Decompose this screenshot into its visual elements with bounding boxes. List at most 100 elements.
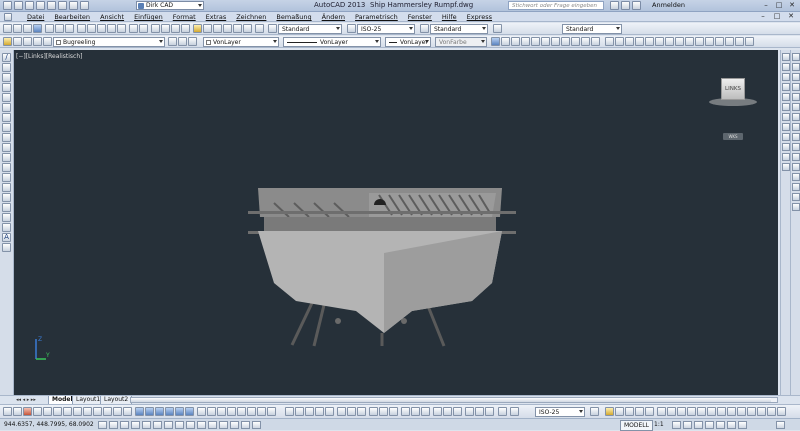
new-file-icon[interactable] — [14, 1, 23, 10]
ordinate-dim-icon[interactable] — [315, 407, 324, 416]
layer-properties-icon[interactable] — [3, 37, 12, 46]
baseline-dim-icon[interactable] — [379, 407, 388, 416]
linetype-select[interactable]: VonLayer — [283, 37, 381, 47]
annotation-monitor-icon[interactable] — [252, 421, 261, 429]
revolve-icon[interactable] — [207, 407, 216, 416]
polar-icon[interactable] — [142, 421, 151, 429]
torus-icon[interactable] — [185, 407, 194, 416]
save-as-icon[interactable] — [47, 1, 56, 10]
menu-zeichnen[interactable]: Zeichnen — [236, 13, 266, 21]
xray-icon[interactable] — [571, 37, 580, 46]
dim-break-icon[interactable] — [411, 407, 420, 416]
box-icon[interactable] — [135, 407, 144, 416]
mirror-icon[interactable] — [792, 73, 800, 81]
shadows-icon[interactable] — [581, 37, 590, 46]
hidden-icon[interactable] — [521, 37, 530, 46]
copy-object-icon[interactable] — [792, 63, 800, 71]
plot-icon[interactable] — [58, 1, 67, 10]
pan-icon[interactable] — [151, 24, 160, 33]
tab-navigation[interactable]: ◂◂ ◂ ▸ ▸▸ — [16, 397, 36, 403]
menu-parametrisch[interactable]: Parametrisch — [355, 13, 398, 21]
render-settings-icon[interactable] — [645, 407, 654, 416]
gradient-icon[interactable] — [2, 203, 11, 212]
undo-icon[interactable] — [69, 1, 78, 10]
menu-fenster[interactable]: Fenster — [408, 13, 432, 21]
section-icon[interactable] — [257, 407, 266, 416]
jogged-linear-icon[interactable] — [453, 407, 462, 416]
sphere-icon[interactable] — [145, 407, 154, 416]
view-back-icon[interactable] — [715, 37, 724, 46]
text-style-icon[interactable] — [268, 24, 277, 33]
dim-edit-icon[interactable] — [465, 407, 474, 416]
ucs-z-icon[interactable] — [767, 407, 776, 416]
menu-extras[interactable]: Extras — [206, 13, 227, 21]
plot-preview-icon[interactable] — [55, 24, 64, 33]
union-icon[interactable] — [217, 407, 226, 416]
offset-icon[interactable] — [792, 83, 800, 91]
isolate-objects-icon[interactable] — [727, 421, 736, 429]
menu-hilfe[interactable]: Hilfe — [442, 13, 457, 21]
mleader-style-icon[interactable] — [493, 24, 502, 33]
menu-einfuegen[interactable]: Einfügen — [134, 13, 163, 21]
otrack-icon[interactable] — [175, 421, 184, 429]
color-select[interactable]: VonLayer — [203, 37, 279, 47]
sun-freeze-icon[interactable] — [33, 37, 42, 46]
lineweight-toggle-icon[interactable] — [208, 421, 217, 429]
dim-style-select[interactable]: ISO-25 — [357, 24, 415, 34]
star-icon[interactable] — [621, 1, 630, 10]
inspection-icon[interactable] — [443, 407, 452, 416]
dim-layer-icon[interactable] — [510, 407, 519, 416]
diameter-dim-icon[interactable] — [347, 407, 356, 416]
workspace-select[interactable]: Dirk CAD — [136, 1, 204, 10]
selection-cycling-icon[interactable] — [241, 421, 250, 429]
break-icon[interactable] — [792, 163, 800, 171]
back-view-icon[interactable] — [782, 113, 790, 121]
qnew-icon[interactable] — [13, 24, 22, 33]
view-right-icon[interactable] — [735, 37, 744, 46]
cone-icon[interactable] — [165, 407, 174, 416]
move-tool-icon[interactable] — [73, 407, 82, 416]
camera-icon[interactable] — [635, 37, 644, 46]
top-view-icon[interactable] — [782, 63, 790, 71]
menu-ansicht[interactable]: Ansicht — [100, 13, 124, 21]
bottom-view-icon[interactable] — [782, 73, 790, 81]
polygon-icon[interactable] — [2, 83, 11, 92]
match-properties-icon[interactable] — [107, 24, 116, 33]
zoom-previous-icon[interactable] — [181, 24, 190, 33]
copy-icon[interactable] — [87, 24, 96, 33]
ucs-apply-icon[interactable] — [777, 407, 786, 416]
table-style-select[interactable]: Standard — [430, 24, 488, 34]
layer-state-icon[interactable] — [13, 37, 22, 46]
dim-override-icon[interactable] — [590, 407, 599, 416]
transparency-icon[interactable] — [219, 421, 228, 429]
materials-icon[interactable] — [625, 407, 634, 416]
visual-styles-manager-icon[interactable] — [591, 37, 600, 46]
zoom-realtime-icon[interactable] — [161, 24, 170, 33]
3d-osnap-icon[interactable] — [164, 421, 173, 429]
wireframe-2d-icon[interactable] — [501, 37, 510, 46]
line-icon[interactable]: / — [2, 53, 11, 62]
infer-constraints-icon[interactable] — [98, 421, 107, 429]
sun-icon[interactable] — [635, 407, 644, 416]
dyn-icon[interactable] — [197, 421, 206, 429]
auto-scale-icon[interactable] — [683, 421, 692, 429]
block-editor-icon[interactable] — [117, 24, 126, 33]
annotation-scale-button[interactable]: 1:1 — [652, 420, 666, 429]
cut-icon[interactable] — [77, 24, 86, 33]
ne-iso-icon[interactable] — [782, 143, 790, 151]
fly-icon[interactable] — [655, 37, 664, 46]
list-icon[interactable] — [13, 407, 22, 416]
minimize-button[interactable]: – — [760, 1, 772, 10]
multiline-text-icon[interactable]: A — [2, 233, 11, 242]
table-icon[interactable] — [2, 223, 11, 232]
orbit-icon[interactable] — [605, 37, 614, 46]
camera-view-icon[interactable] — [782, 163, 790, 171]
document-icon[interactable] — [4, 13, 12, 21]
ortho-icon[interactable] — [131, 421, 140, 429]
save-icon[interactable] — [36, 1, 45, 10]
markup-icon[interactable] — [233, 24, 242, 33]
join-icon[interactable] — [792, 173, 800, 181]
login-button[interactable]: Anmelden — [652, 1, 685, 9]
redo-icon[interactable] — [80, 1, 89, 10]
spline-icon[interactable] — [2, 133, 11, 142]
